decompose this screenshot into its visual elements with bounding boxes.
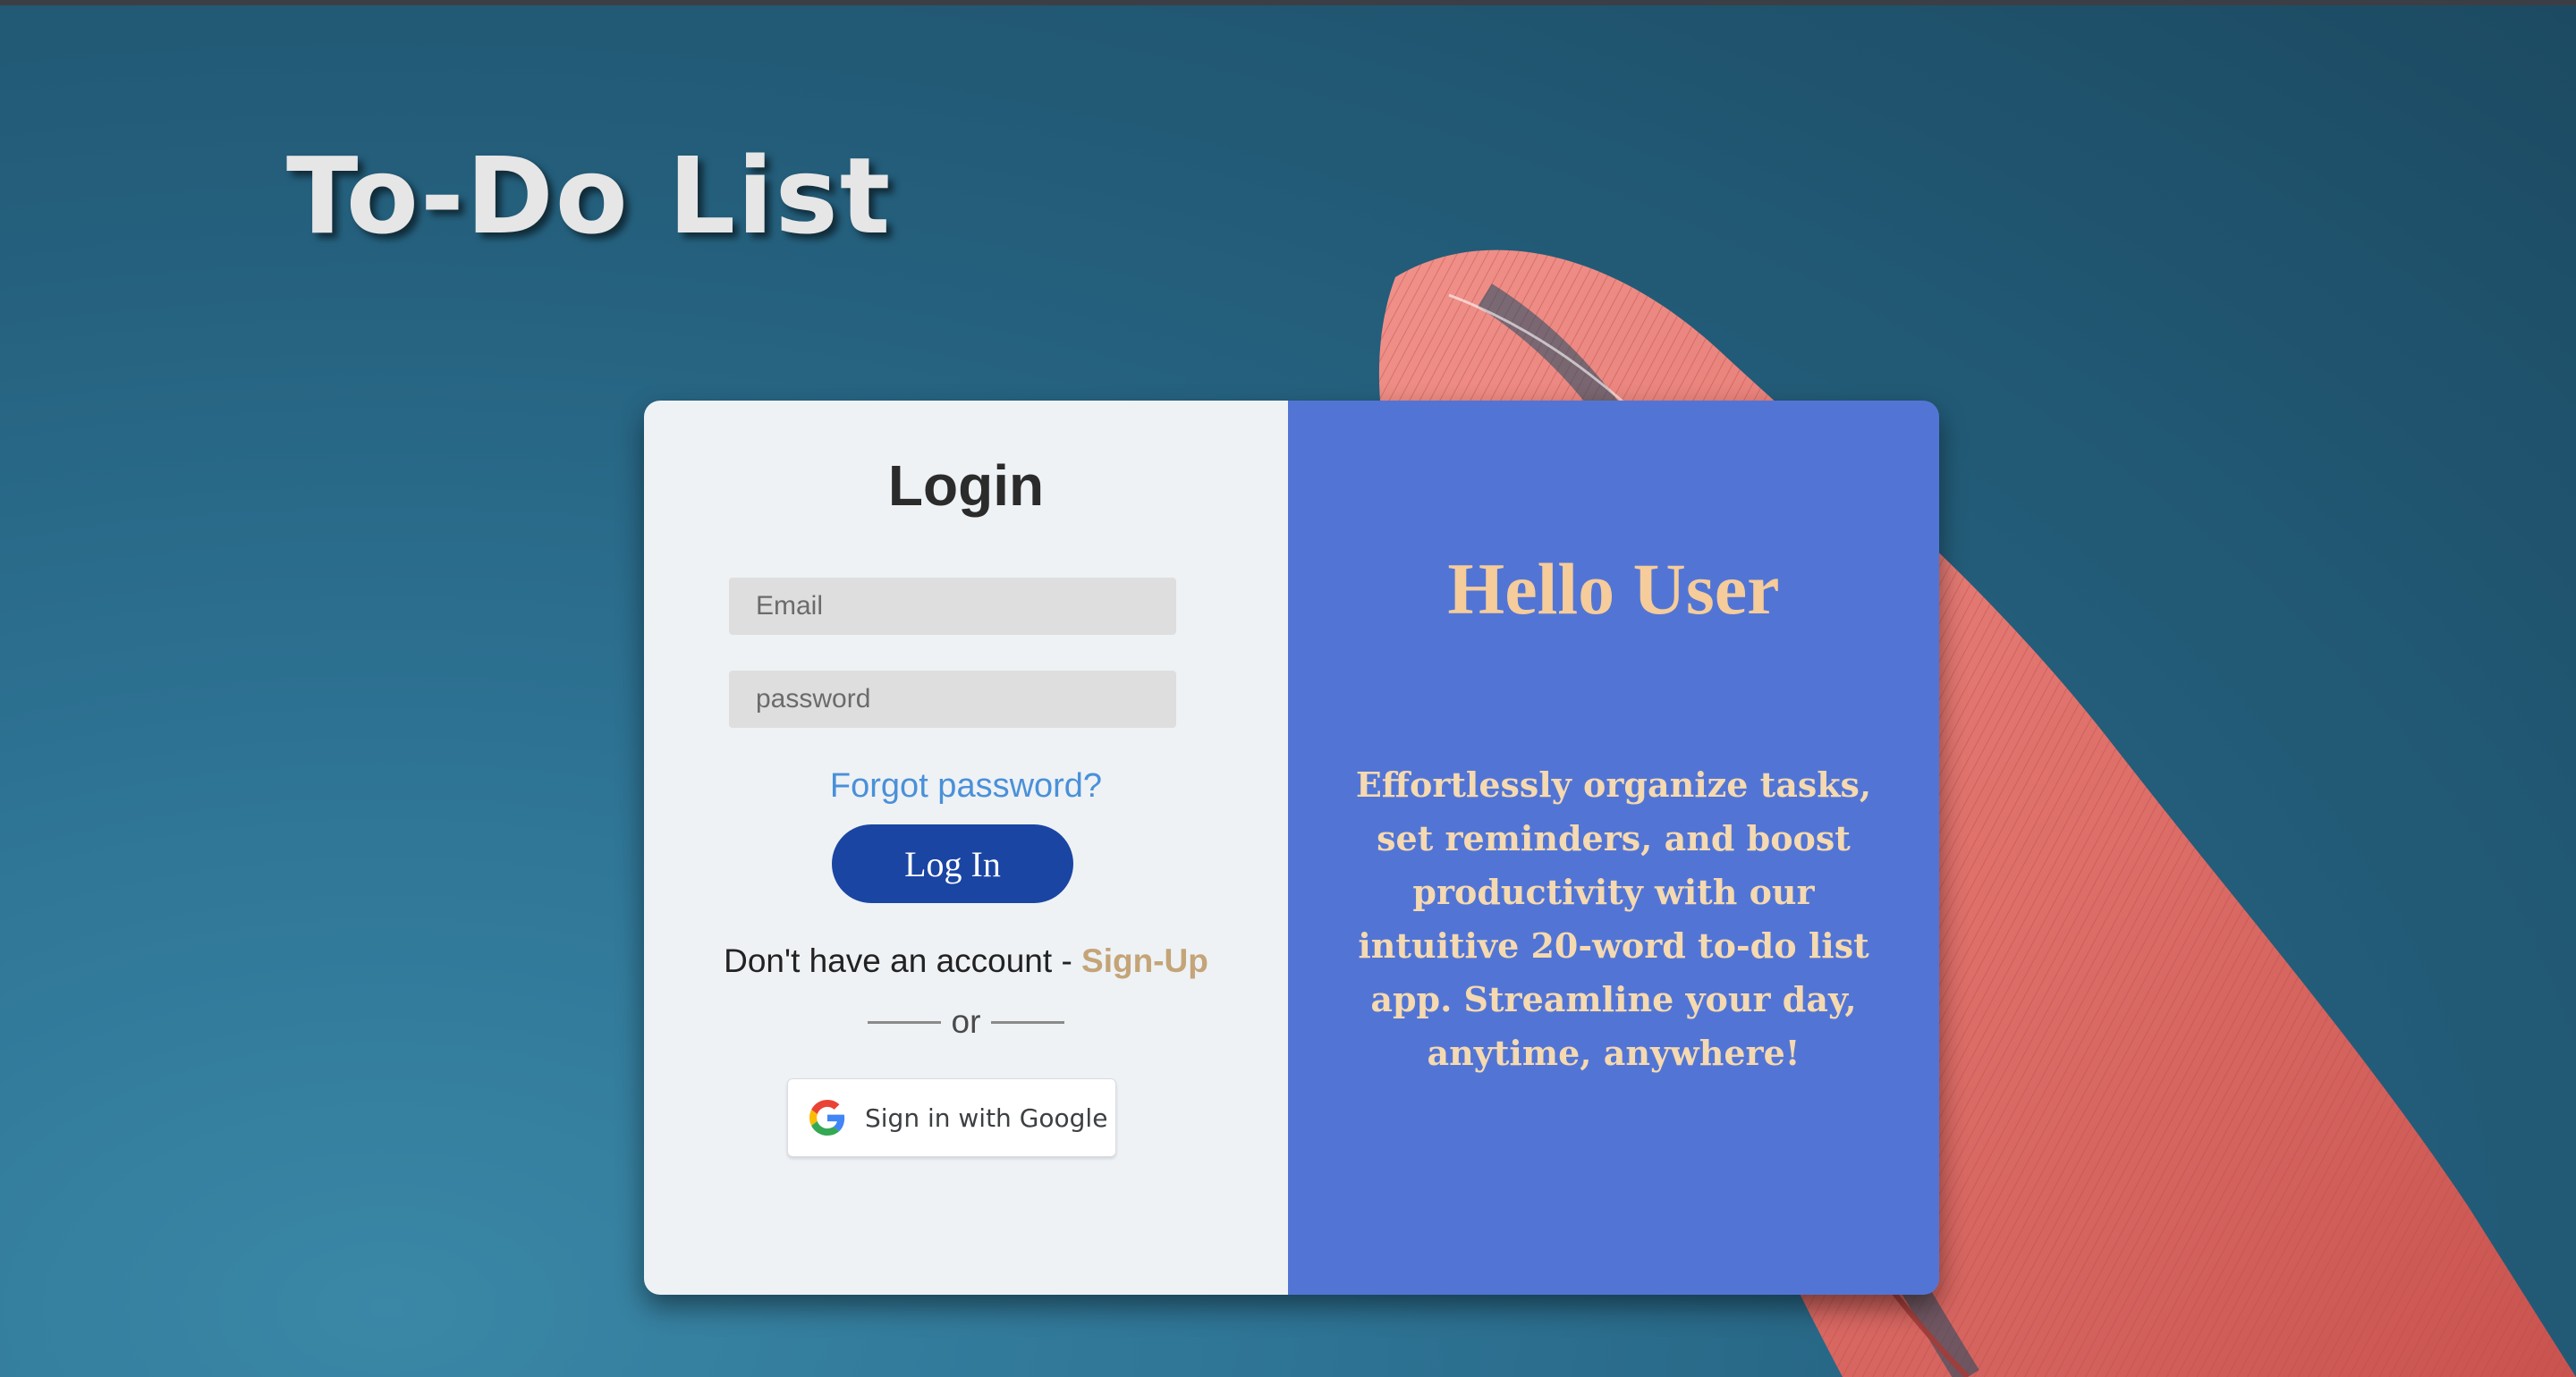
login-heading: Login xyxy=(887,453,1045,518)
app-title: To-Do List xyxy=(286,134,893,258)
forgot-password-link[interactable]: Forgot password? xyxy=(644,767,1288,806)
signup-row: Don't have an account - Sign-Up xyxy=(644,942,1288,980)
divider-line-right xyxy=(991,1020,1065,1024)
or-label: or xyxy=(951,1003,981,1040)
info-heading: Hello User xyxy=(1447,548,1780,629)
signup-prompt: Don't have an account - xyxy=(724,942,1082,979)
divider-line-left xyxy=(867,1020,941,1024)
login-button[interactable]: Log In xyxy=(832,824,1073,903)
google-g-icon xyxy=(809,1100,845,1136)
info-description: Effortlessly organize tasks, set reminde… xyxy=(1355,765,1872,1073)
login-panel: Login Forgot password? Log In Don't have… xyxy=(644,401,1288,1295)
or-divider: or xyxy=(644,1003,1288,1041)
email-field[interactable] xyxy=(729,578,1176,635)
google-signin-button[interactable]: Sign in with Google xyxy=(787,1078,1116,1157)
signup-link[interactable]: Sign-Up xyxy=(1081,942,1208,979)
google-signin-label: Sign in with Google xyxy=(865,1102,1108,1133)
info-panel: Hello User Effortlessly organize tasks, … xyxy=(1288,401,1939,1295)
login-card: Login Forgot password? Log In Don't have… xyxy=(644,401,1939,1295)
password-field[interactable] xyxy=(729,671,1176,728)
window-top-border xyxy=(0,0,2576,5)
